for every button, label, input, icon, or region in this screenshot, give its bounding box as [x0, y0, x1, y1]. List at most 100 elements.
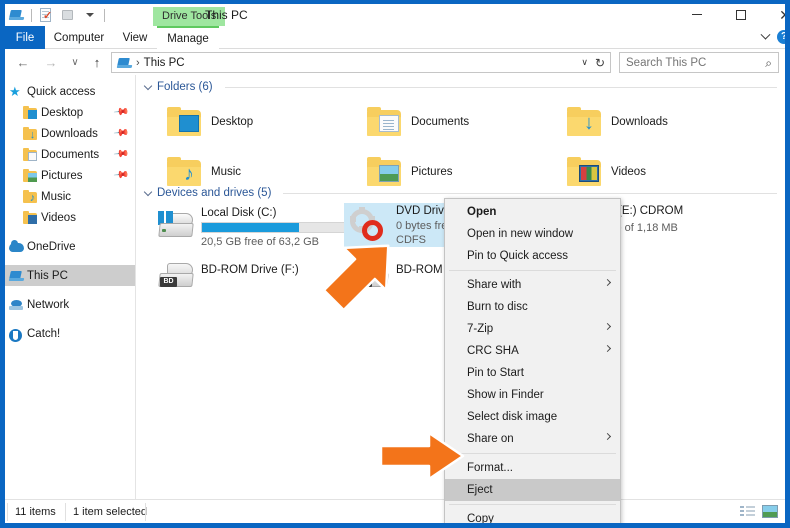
status-selection: 1 item selected — [73, 506, 147, 518]
help-button[interactable]: ? — [777, 30, 785, 44]
sidebar-item-documents[interactable]: Documents 📌 — [5, 144, 135, 165]
folder-documents-icon — [23, 147, 39, 163]
menu-item-eject[interactable]: Eject — [445, 479, 620, 501]
chevron-down-icon[interactable] — [143, 187, 153, 196]
menu-separator — [449, 453, 616, 454]
pin-icon[interactable]: 📌 — [112, 125, 129, 141]
sidebar-item-network[interactable]: Network — [5, 294, 135, 315]
folder-item-documents[interactable]: Documents — [359, 101, 559, 147]
drive-title: BD-ROM Drive (F:) — [201, 264, 299, 276]
menu-separator — [449, 504, 616, 505]
menu-item-format[interactable]: Format... — [445, 457, 620, 479]
arrow-pointing-eject — [379, 431, 465, 481]
star-icon: ★ — [9, 84, 21, 99]
chevron-right-icon — [603, 432, 612, 441]
folder-pictures-icon — [367, 157, 405, 189]
customize-dropdown-icon[interactable] — [82, 7, 98, 23]
folder-item-desktop[interactable]: Desktop — [159, 101, 359, 147]
menu-item-label: Share on — [467, 433, 514, 445]
folder-music-icon: ♪ — [23, 189, 39, 205]
search-input[interactable] — [626, 56, 756, 69]
sidebar-item-catch[interactable]: Catch! — [5, 323, 135, 344]
group-header-folders[interactable]: Folders (6) — [143, 81, 777, 93]
sidebar-item-downloads[interactable]: ↓ Downloads 📌 — [5, 123, 135, 144]
tab-computer[interactable]: Computer — [45, 26, 113, 49]
this-pc-icon — [116, 55, 133, 70]
menu-item-7-zip[interactable]: 7-Zip — [445, 318, 620, 340]
up-button[interactable]: ↑ — [89, 54, 105, 70]
tab-file[interactable]: File — [5, 26, 45, 49]
recent-locations-button[interactable]: ∨ — [67, 54, 83, 70]
catch-icon — [9, 326, 25, 342]
ribbon-collapse-button[interactable] — [757, 29, 773, 44]
qat-divider — [31, 8, 32, 22]
large-icons-view-icon — [762, 505, 778, 518]
tab-manage[interactable]: Manage — [157, 26, 219, 49]
sidebar-item-music[interactable]: ♪ Music — [5, 186, 135, 207]
menu-item-select-disk-image[interactable]: Select disk image — [445, 406, 620, 428]
view-large-icons-button[interactable] — [762, 505, 778, 519]
address-bar[interactable]: › This PC ∨ ↻ — [111, 52, 611, 73]
drive-title: Local Disk (C:) — [201, 207, 277, 219]
search-icon[interactable]: ⌕ — [765, 56, 772, 71]
view-details-button[interactable] — [740, 505, 756, 519]
breadcrumb-this-pc[interactable]: This PC — [144, 57, 185, 69]
menu-item-label: CRC SHA — [467, 345, 519, 357]
sidebar-item-label: This PC — [27, 269, 68, 282]
properties-icon[interactable]: ✓ — [38, 7, 54, 23]
sidebar-item-videos[interactable]: Videos — [5, 207, 135, 228]
menu-item-share-with[interactable]: Share with — [445, 274, 620, 296]
details-view-icon-lines — [746, 506, 755, 508]
local-disk-icon — [157, 211, 197, 243]
search-box[interactable]: ⌕ — [619, 52, 779, 73]
folder-music-icon: ♪ — [167, 157, 205, 189]
menu-item-pin-to-start[interactable]: Pin to Start — [445, 362, 620, 384]
qat-divider-2 — [104, 8, 105, 22]
sidebar-item-pictures[interactable]: Pictures 📌 — [5, 165, 135, 186]
close-button[interactable]: ✕ — [763, 4, 785, 25]
window-title: This PC — [205, 8, 248, 22]
pin-icon[interactable]: 📌 — [112, 104, 129, 120]
sidebar-item-onedrive[interactable]: OneDrive — [5, 236, 135, 257]
folder-videos-icon — [567, 157, 605, 189]
minimize-button[interactable] — [675, 4, 719, 25]
back-button[interactable]: ← — [15, 54, 31, 70]
minimize-icon — [692, 14, 702, 15]
menu-item-crc-sha[interactable]: CRC SHA — [445, 340, 620, 362]
chevron-right-icon — [603, 344, 612, 353]
pin-icon[interactable]: 📌 — [112, 167, 129, 183]
menu-item-open-in-new-window[interactable]: Open in new window — [445, 223, 620, 245]
refresh-icon[interactable]: ↻ — [595, 56, 605, 70]
new-folder-icon[interactable] — [60, 7, 76, 23]
folder-documents-icon — [367, 107, 405, 139]
menu-item-pin-to-quick-access[interactable]: Pin to Quick access — [445, 245, 620, 267]
menu-item-show-in-finder[interactable]: Show in Finder — [445, 384, 620, 406]
maximize-button[interactable] — [719, 4, 763, 25]
sidebar-item-desktop[interactable]: Desktop 📌 — [5, 102, 135, 123]
forward-button[interactable]: → — [43, 54, 59, 70]
sidebar-item-label: Network — [27, 298, 70, 311]
sidebar-item-label: Pictures — [41, 169, 83, 182]
menu-item-burn-to-disc[interactable]: Burn to disc — [445, 296, 620, 318]
sidebar-item-quick-access[interactable]: ★ Quick access — [5, 81, 135, 102]
explorer-icon[interactable] — [8, 7, 25, 23]
group-header-label: Devices and drives (5) — [157, 187, 272, 199]
menu-item-label: Share with — [467, 279, 522, 291]
chevron-right-icon — [603, 278, 612, 287]
tab-view[interactable]: View — [113, 26, 157, 49]
folder-item-downloads[interactable]: ↓ Downloads — [559, 101, 759, 147]
divider — [7, 503, 8, 521]
divider — [224, 86, 777, 88]
pin-icon[interactable]: 📌 — [112, 146, 129, 162]
drive-capacity-text: 20,5 GB free of 63,2 GB — [201, 236, 320, 248]
menu-item-copy[interactable]: Copy — [445, 508, 620, 523]
chevron-down-icon[interactable] — [143, 81, 153, 90]
file-explorer-window: ✓ Drive Tools This PC ✕ File Computer Vi… — [0, 0, 790, 528]
folder-downloads-icon: ↓ — [567, 107, 605, 139]
sidebar-item-this-pc[interactable]: This PC — [5, 265, 135, 286]
address-dropdown-icon[interactable]: ∨ — [581, 57, 588, 68]
capacity-bar-fill — [202, 223, 300, 232]
menu-item-share-on[interactable]: Share on — [445, 428, 620, 450]
menu-item-open[interactable]: Open — [445, 201, 620, 223]
sidebar-item-label: Downloads — [41, 127, 98, 140]
